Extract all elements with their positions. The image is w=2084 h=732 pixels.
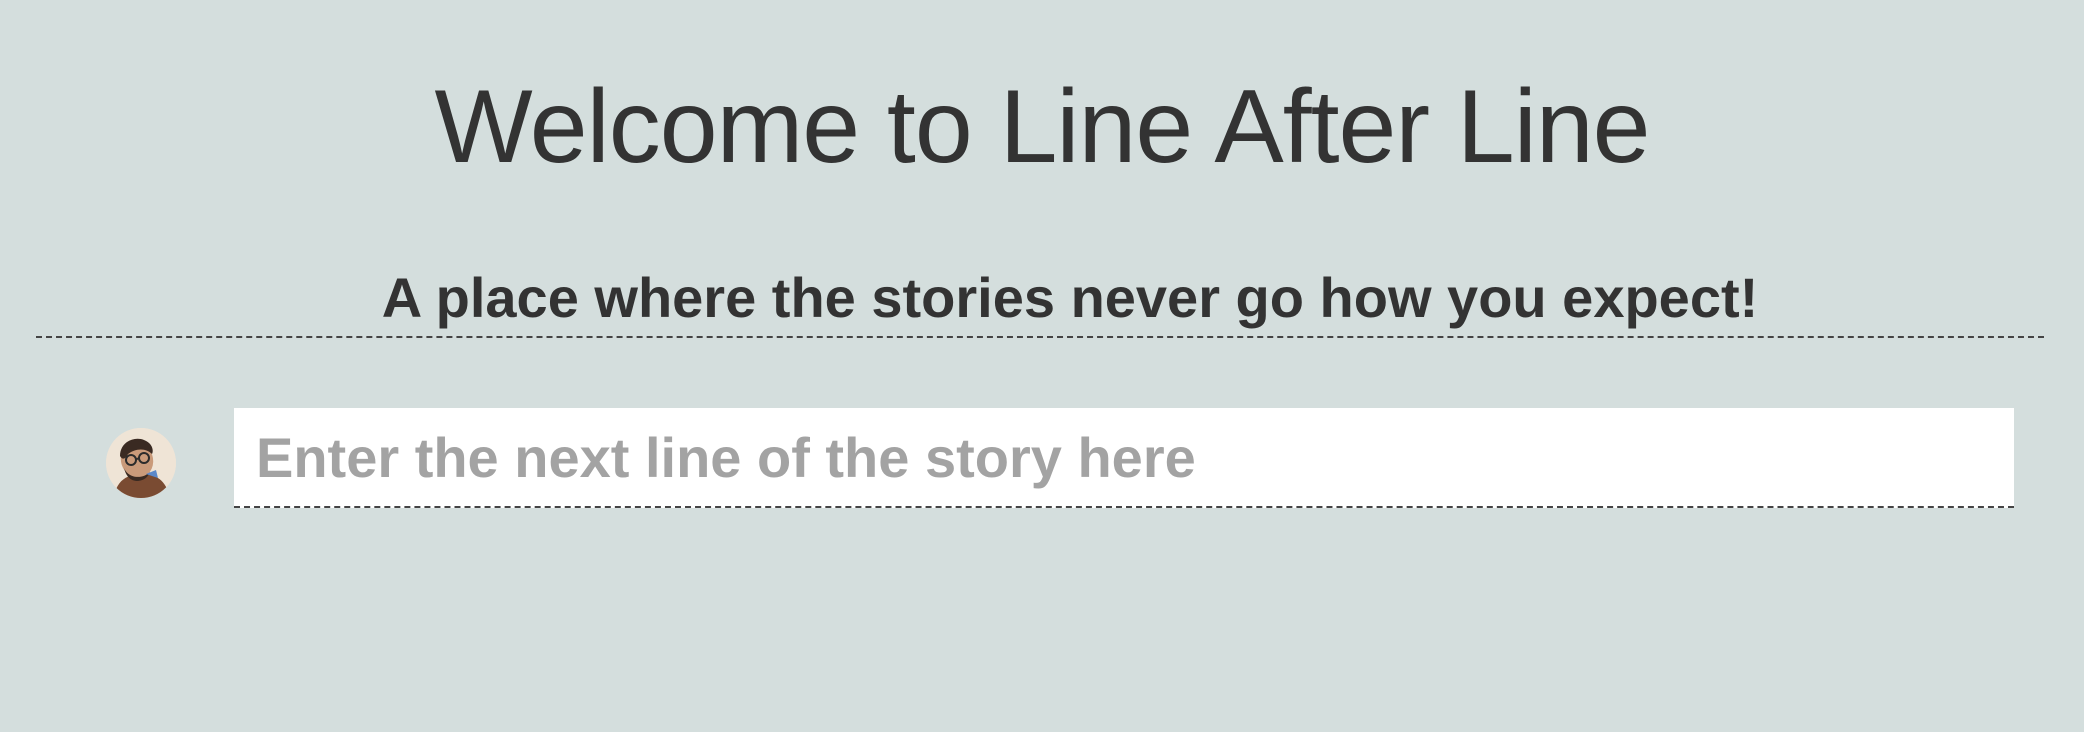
avatar <box>106 428 176 498</box>
user-avatar-icon <box>106 428 176 498</box>
header-divider <box>36 336 2044 338</box>
story-line-input[interactable] <box>234 408 2014 506</box>
page-tagline: A place where the stories never go how y… <box>381 266 1759 329</box>
page-title: Welcome to Line After Line <box>434 69 1651 185</box>
story-input-container <box>234 408 2014 508</box>
